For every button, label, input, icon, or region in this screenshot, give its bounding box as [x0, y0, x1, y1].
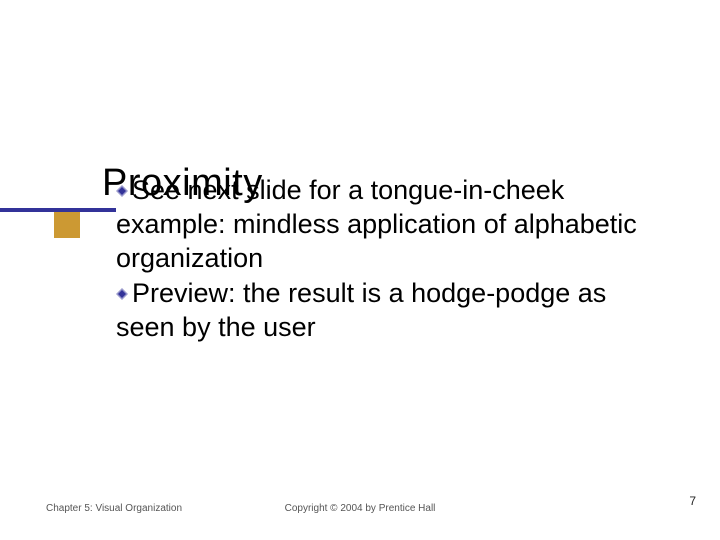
slide: Proximity See next slide for a tongue-in…: [0, 0, 720, 540]
list-item-text: Preview: the result is a hodge-podge as …: [116, 278, 606, 342]
list-item-text: See next slide for a tongue-in-cheek exa…: [116, 175, 637, 273]
list-item: Preview: the result is a hodge-podge as …: [116, 277, 656, 345]
diamond-bullet-icon: [116, 288, 128, 300]
list-item: See next slide for a tongue-in-cheek exa…: [116, 174, 656, 275]
footer-center: Copyright © 2004 by Prentice Hall: [0, 503, 720, 514]
body: See next slide for a tongue-in-cheek exa…: [116, 174, 656, 347]
slide-number: 7: [689, 494, 696, 508]
diamond-bullet-icon: [116, 185, 128, 197]
title-accent-square: [54, 212, 80, 238]
